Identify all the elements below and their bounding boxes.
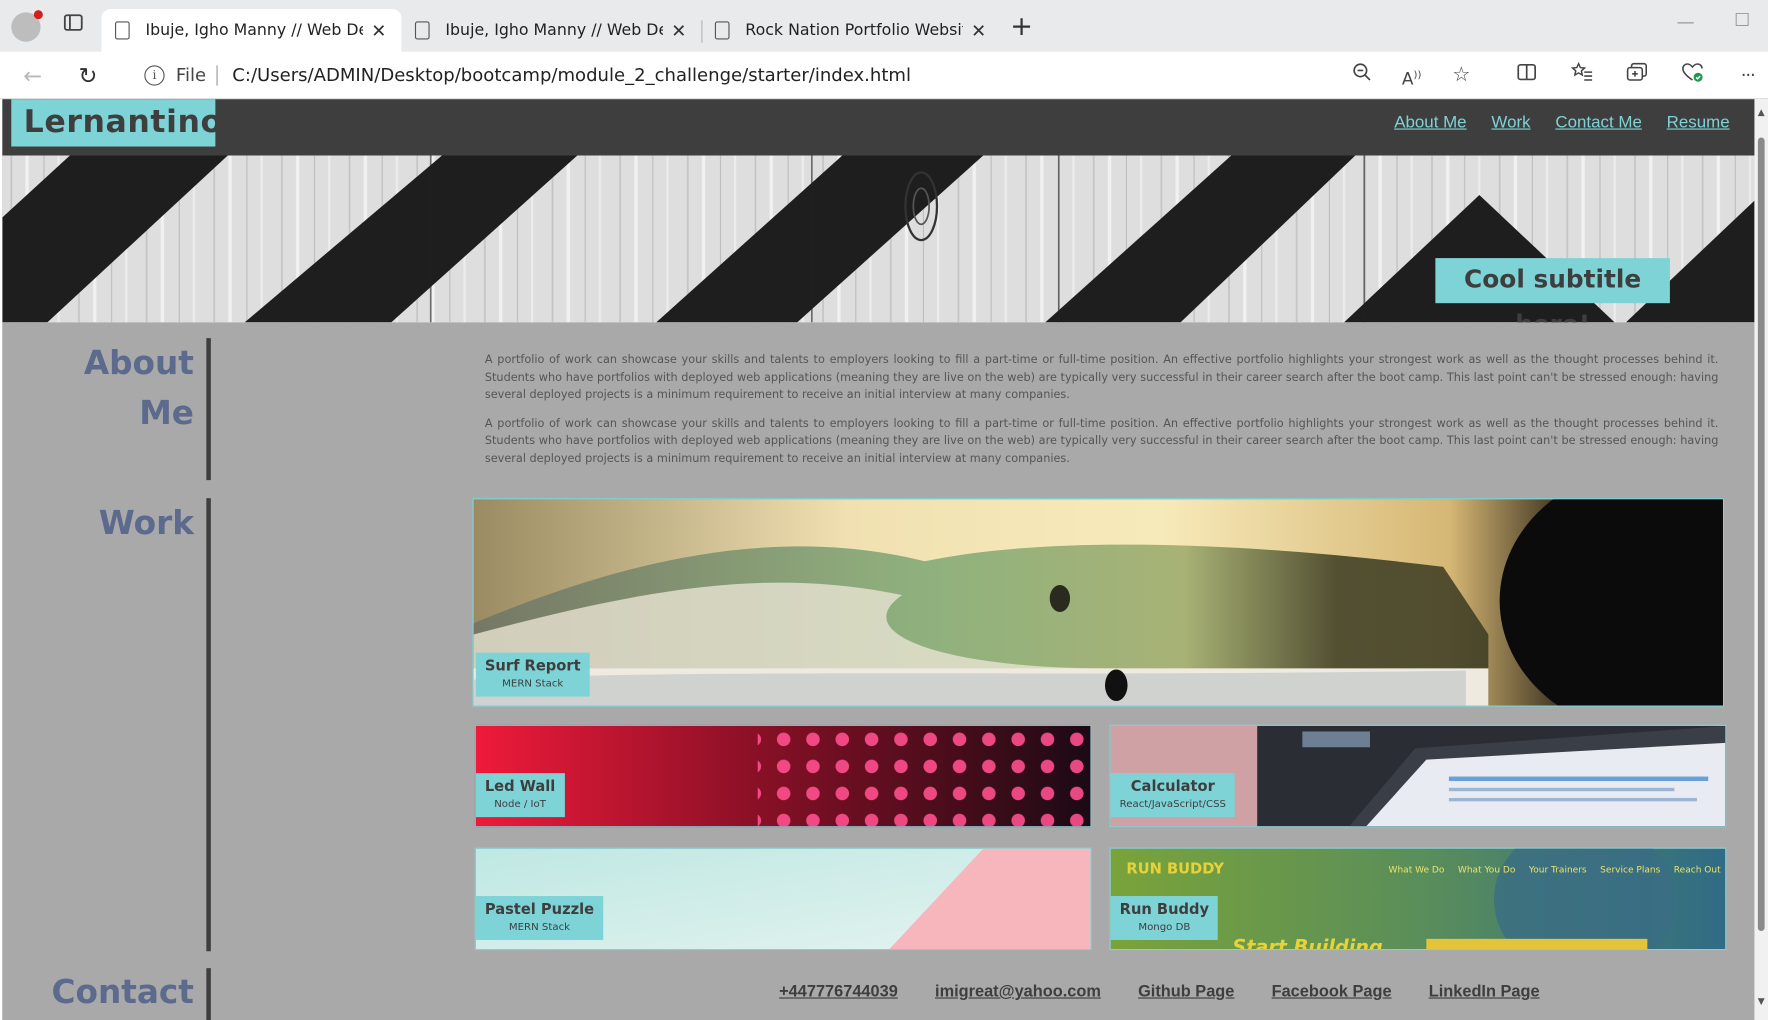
collections-icon[interactable] [1624,62,1651,89]
project-label: Led Wall Node / IoT [475,773,565,818]
contact-facebook-link[interactable]: Facebook Page [1272,983,1392,1001]
contact-heading: Contact [51,972,194,1011]
contact-linkedin-link[interactable]: LinkedIn Page [1429,983,1540,1001]
project-name: Surf Report [484,658,581,676]
site-nav: About Me Work Contact Me Resume [1394,113,1729,132]
tab-title: Ibuje, Igho Manny // Web Developer [445,21,663,40]
scroll-up-arrow-icon[interactable]: ▲ [1757,108,1766,117]
about-me-heading-line2: Me [139,393,194,432]
project-name: Run Buddy [1119,901,1210,919]
run-buddy-preview-nav-item: Reach Out [1673,864,1721,875]
document-icon [115,21,130,40]
project-label: Surf Report MERN Stack [475,652,590,697]
page-viewport: Lernantino About Me Work Contact Me Resu… [2,99,1755,1020]
project-label: Calculator React/JavaScript/CSS [1110,773,1235,818]
project-tech: MERN Stack [502,678,564,690]
tab-portfolio-1[interactable]: Ibuje, Igho Manny // Web Developer ✕ [101,9,402,52]
project-tech: Node / IoT [494,799,546,811]
nav-link-about-me[interactable]: About Me [1394,113,1466,132]
about-me-divider [206,338,211,481]
run-buddy-preview-nav-item: Service Plans [1600,864,1661,875]
contact-phone-link[interactable]: +447776744039 [779,983,898,1001]
hero-subtitle: Cool subtitle here! [1435,258,1670,322]
about-paragraph: A portfolio of work can showcase your sk… [484,417,1719,465]
contact-links: +447776744039 imigreat@yahoo.com Github … [779,983,1539,1001]
hero-banner: Cool subtitle here! [2,155,1755,323]
more-menu-icon[interactable]: ··· [1734,62,1761,89]
tab-strip: Ibuje, Igho Manny // Web Developer ✕ Ibu… [0,0,1768,52]
about-paragraph: A portfolio of work can showcase your sk… [484,353,1719,402]
read-aloud-icon[interactable]: A)) [1398,62,1425,89]
contact-email-link[interactable]: imigreat@yahoo.com [935,983,1101,1001]
project-card-surf-report[interactable]: Surf Report MERN Stack [472,498,1725,707]
about-me-text: A portfolio of work can showcase your sk… [485,352,1719,468]
info-icon[interactable]: i [144,65,165,86]
split-screen-icon[interactable] [1513,62,1540,89]
url-text[interactable]: C:/Users/ADMIN/Desktop/bootcamp/module_2… [232,64,911,85]
url-divider [216,65,218,86]
project-tech: React/JavaScript/CSS [1119,799,1226,811]
tab-rock-nation[interactable]: Rock Nation Portfolio Website ✕ [701,9,1001,52]
favorites-icon[interactable] [1568,61,1595,89]
run-buddy-preview-nav: What We Do What You Do Your Trainers Ser… [1389,864,1721,874]
project-card-pastel-puzzle[interactable]: Pastel Puzzle MERN Stack [474,847,1092,951]
tab-title: Rock Nation Portfolio Website [745,21,963,40]
nav-link-contact-me[interactable]: Contact Me [1555,113,1641,132]
browser-essentials-icon[interactable] [1679,62,1706,89]
project-card-led-wall[interactable]: Led Wall Node / IoT [474,724,1092,828]
project-name: Calculator [1130,778,1215,796]
back-arrow-icon[interactable]: ← [18,61,47,90]
zoom-out-icon[interactable] [1349,62,1376,89]
project-card-calculator[interactable]: Calculator React/JavaScript/CSS [1109,724,1727,828]
address-toolbar: ← ↻ i File C:/Users/ADMIN/Desktop/bootca… [0,51,1768,100]
close-icon[interactable]: ✕ [670,20,688,41]
contact-github-link[interactable]: Github Page [1138,983,1234,1001]
scroll-down-arrow-icon[interactable]: ▼ [1757,997,1766,1006]
nav-link-resume[interactable]: Resume [1667,113,1730,132]
run-buddy-preview-headline: Start Building [1232,936,1383,951]
run-buddy-preview-nav-item: What We Do [1388,864,1445,875]
project-label: Pastel Puzzle MERN Stack [475,896,604,940]
work-heading: Work [98,503,194,543]
close-icon[interactable]: ✕ [370,20,388,41]
project-card-run-buddy[interactable]: RUN BUDDY What We Do What You Do Your Tr… [1109,847,1727,951]
address-bar[interactable]: i File C:/Users/ADMIN/Desktop/bootcamp/m… [124,57,1491,94]
favorite-star-icon[interactable]: ☆ [1448,62,1475,89]
about-me-heading-line1: About [83,343,194,383]
scheme-label: File [175,64,207,86]
project-name: Pastel Puzzle [484,901,595,919]
about-me-heading: About Me [25,338,194,437]
surf-report-thumbnail [473,499,1723,706]
refresh-icon[interactable]: ↻ [73,61,102,90]
led-wall-thumbnail [475,725,1091,827]
document-icon [414,21,430,40]
project-label: Run Buddy Mongo DB [1110,896,1219,940]
profile-avatar-icon[interactable] [11,10,43,42]
tab-title: Ibuje, Igho Manny // Web Developer [145,21,363,40]
close-icon[interactable]: ✕ [970,20,988,41]
minimize-icon[interactable]: — [1677,11,1695,32]
contact-divider [206,968,211,1020]
site-logo[interactable]: Lernantino [11,99,222,147]
tab-portfolio-2[interactable]: Ibuje, Igho Manny // Web Developer ✕ [401,9,701,52]
run-buddy-preview-nav-item: What You Do [1457,864,1516,875]
tab-actions-icon[interactable] [59,12,88,41]
new-tab-icon[interactable]: + [1008,12,1035,41]
page-scrollbar[interactable]: ▲ ▼ [1754,99,1768,1020]
document-icon [714,21,730,40]
work-divider [206,498,211,952]
site-header: Lernantino About Me Work Contact Me Resu… [2,99,1755,156]
nav-link-work[interactable]: Work [1491,113,1530,132]
run-buddy-preview-nav-item: Your Trainers [1528,864,1587,875]
maximize-icon[interactable]: ☐ [1734,9,1750,30]
scroll-thumb[interactable] [1757,137,1765,931]
project-tech: Mongo DB [1138,921,1191,934]
project-name: Led Wall [484,778,556,796]
project-tech: MERN Stack [508,921,571,934]
run-buddy-preview-brand: RUN BUDDY [1126,861,1224,878]
